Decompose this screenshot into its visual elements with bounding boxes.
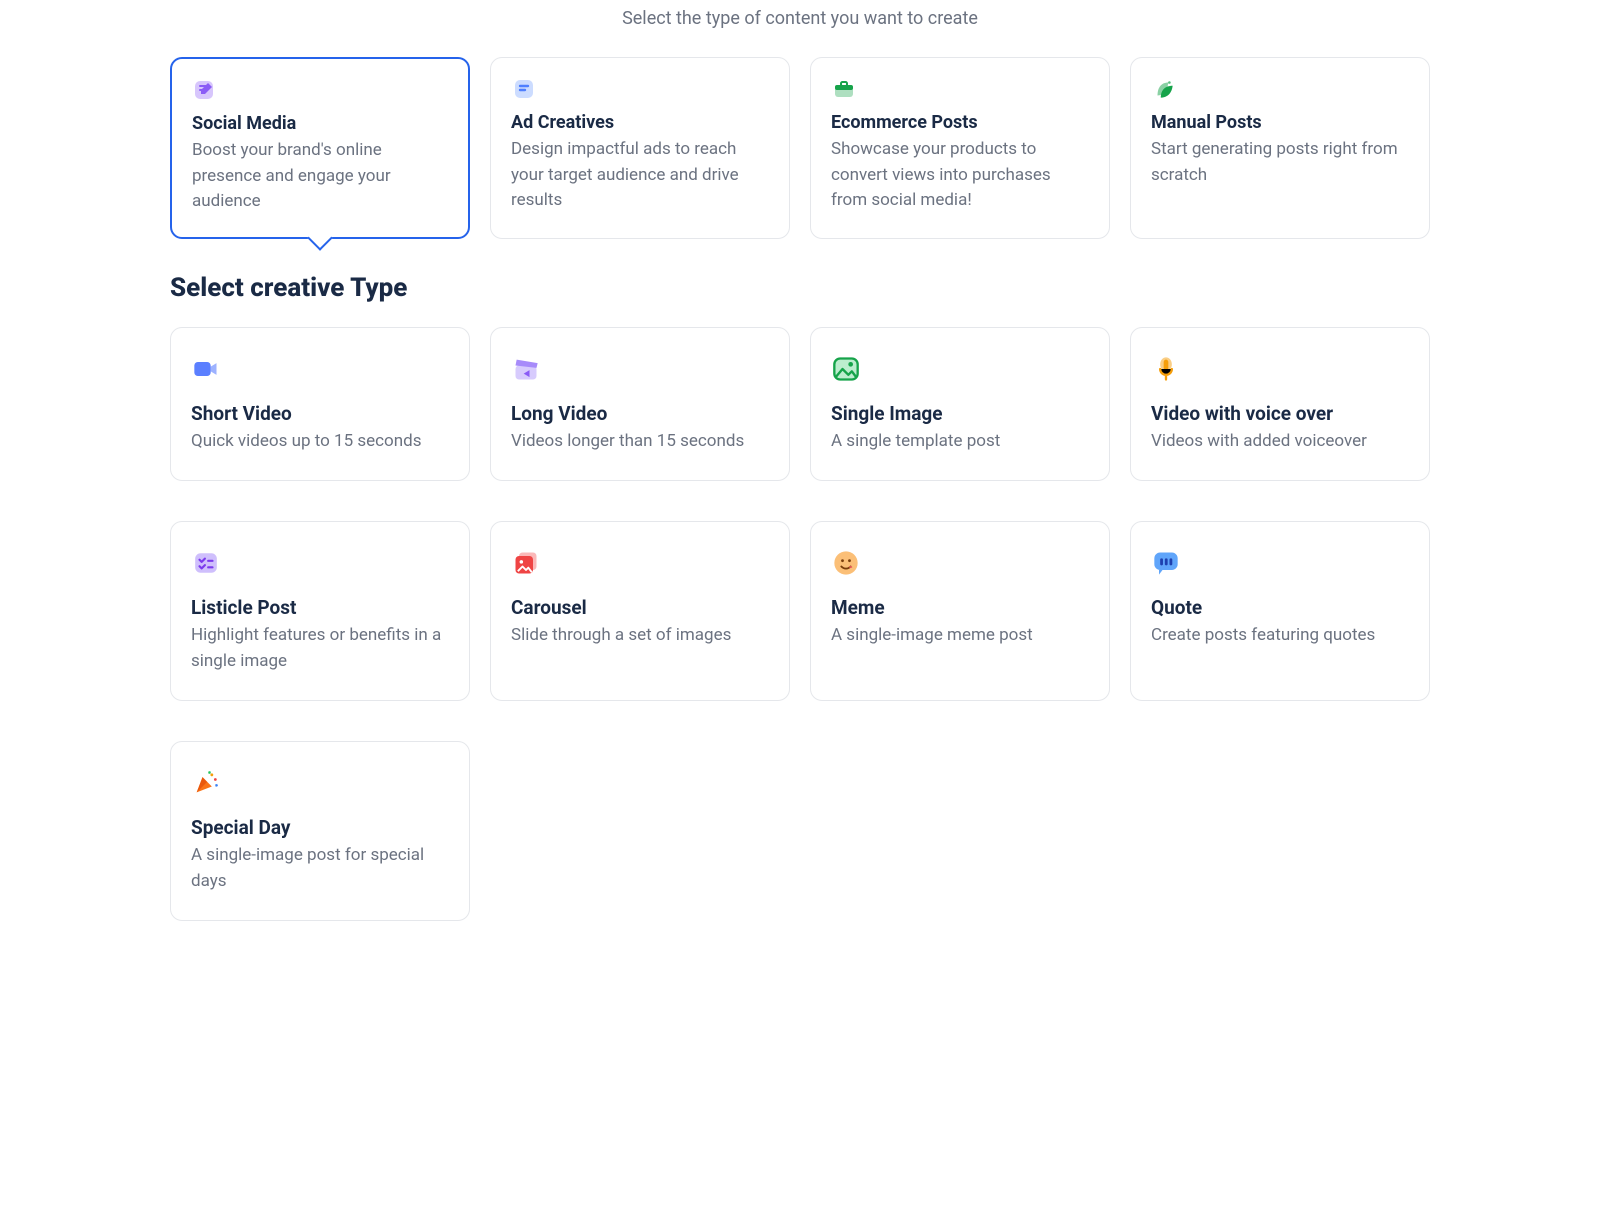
content-type-social-media[interactable]: Social Media Boost your brand's online p…	[170, 57, 470, 239]
creative-type-listicle-post[interactable]: Listicle Post Highlight features or bene…	[170, 521, 470, 701]
creative-type-title: Special Day	[191, 816, 449, 839]
creative-type-carousel[interactable]: Carousel Slide through a set of images	[490, 521, 790, 701]
creative-type-title: Quote	[1151, 596, 1409, 619]
creative-type-desc: Highlight features or benefits in a sing…	[191, 623, 449, 674]
page-subtitle: Select the type of content you want to c…	[170, 8, 1430, 29]
leaves-icon	[1151, 76, 1177, 102]
confetti-icon	[191, 768, 221, 798]
creative-type-long-video[interactable]: Long Video Videos longer than 15 seconds	[490, 327, 790, 482]
creative-type-title: Listicle Post	[191, 596, 449, 619]
creative-type-desc: Videos longer than 15 seconds	[511, 429, 769, 455]
content-type-desc: Start generating posts right from scratc…	[1151, 137, 1409, 188]
creative-type-quote[interactable]: Quote Create posts featuring quotes	[1130, 521, 1430, 701]
creative-type-short-video[interactable]: Short Video Quick videos up to 15 second…	[170, 327, 470, 482]
creative-type-meme[interactable]: Meme A single-image meme post	[810, 521, 1110, 701]
creative-type-title: Single Image	[831, 402, 1089, 425]
creative-type-special-day[interactable]: Special Day A single-image post for spec…	[170, 741, 470, 921]
creative-type-desc: Videos with added voiceover	[1151, 429, 1409, 455]
content-type-desc: Design impactful ads to reach your targe…	[511, 137, 769, 214]
smiley-face-icon	[831, 548, 861, 578]
creative-type-grid: Short Video Quick videos up to 15 second…	[170, 327, 1430, 922]
film-clapper-icon	[511, 354, 541, 384]
creative-type-desc: Slide through a set of images	[511, 623, 769, 649]
video-icon	[191, 354, 221, 384]
content-type-ecommerce-posts[interactable]: Ecommerce Posts Showcase your products t…	[810, 57, 1110, 239]
creative-type-title: Video with voice over	[1151, 402, 1409, 425]
stacked-images-icon	[511, 548, 541, 578]
content-type-grid: Social Media Boost your brand's online p…	[170, 57, 1430, 239]
creative-type-title: Long Video	[511, 402, 769, 425]
checklist-icon	[191, 548, 221, 578]
creative-type-desc: A single template post	[831, 429, 1089, 455]
microphone-icon	[1151, 354, 1181, 384]
creative-type-desc: A single-image meme post	[831, 623, 1089, 649]
creative-type-desc: A single-image post for special days	[191, 843, 449, 894]
image-icon	[831, 354, 861, 384]
creative-type-single-image[interactable]: Single Image A single template post	[810, 327, 1110, 482]
lines-icon	[511, 76, 537, 102]
content-type-desc: Showcase your products to convert views …	[831, 137, 1089, 214]
creative-type-title: Carousel	[511, 596, 769, 619]
creative-type-title: Meme	[831, 596, 1089, 619]
note-edit-icon	[192, 77, 218, 103]
quote-bubble-icon	[1151, 548, 1181, 578]
creative-type-title: Short Video	[191, 402, 449, 425]
section-title-creative-type: Select creative Type	[170, 273, 1430, 303]
content-type-ad-creatives[interactable]: Ad Creatives Design impactful ads to rea…	[490, 57, 790, 239]
content-type-title: Manual Posts	[1151, 112, 1409, 133]
content-type-manual-posts[interactable]: Manual Posts Start generating posts righ…	[1130, 57, 1430, 239]
creative-type-video-voiceover[interactable]: Video with voice over Videos with added …	[1130, 327, 1430, 482]
content-type-desc: Boost your brand's online presence and e…	[192, 138, 448, 215]
creative-type-desc: Create posts featuring quotes	[1151, 623, 1409, 649]
content-type-title: Ad Creatives	[511, 112, 769, 133]
content-type-title: Social Media	[192, 113, 448, 134]
content-type-title: Ecommerce Posts	[831, 112, 1089, 133]
briefcase-icon	[831, 76, 857, 102]
creative-type-desc: Quick videos up to 15 seconds	[191, 429, 449, 455]
